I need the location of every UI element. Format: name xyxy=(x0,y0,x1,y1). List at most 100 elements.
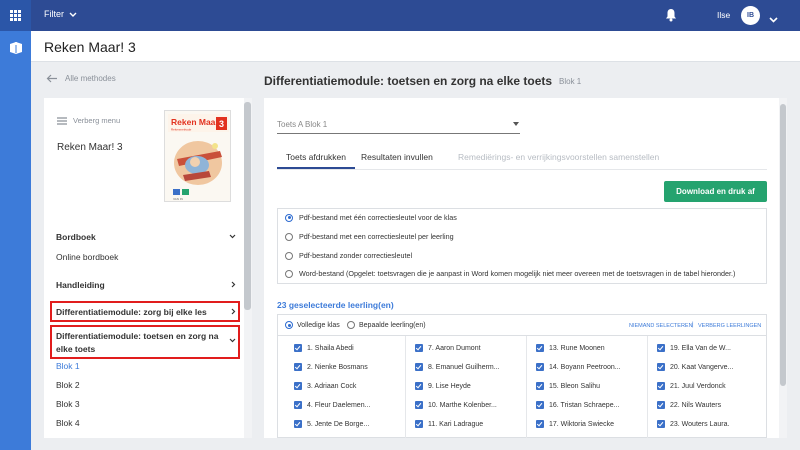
caret-down-icon xyxy=(513,122,519,126)
scope-full-class[interactable]: Volledige klas xyxy=(285,321,340,329)
student-checkbox[interactable]: 21. Juul Verdonck xyxy=(657,382,726,390)
student-name: 23. Wouters Laura. xyxy=(670,420,730,428)
option-label: Pdf-bestand met één correctiesleutel voo… xyxy=(299,213,457,222)
sidebar-item-blok-2[interactable]: Blok 2 xyxy=(56,380,80,390)
radio-icon xyxy=(285,232,293,241)
cover-number: 3 xyxy=(219,119,224,129)
student-checkbox[interactable]: 23. Wouters Laura. xyxy=(657,420,729,428)
sidebar-item-differentiatie-toetsen-en-zorg[interactable]: Differentiatiemodule: toetsen en zorg na… xyxy=(56,330,236,355)
apps-grid-icon[interactable] xyxy=(0,0,31,31)
student-checkbox[interactable]: 11. Kari Ladrague xyxy=(415,420,483,428)
student-name: 20. Kaat Vangerve... xyxy=(670,363,734,371)
checkbox-checked-icon xyxy=(536,344,544,352)
book-icon[interactable] xyxy=(7,39,24,56)
radio-selected-icon xyxy=(285,321,293,329)
checkbox-checked-icon xyxy=(536,401,544,409)
student-checkbox[interactable]: 3. Adriaan Cock xyxy=(294,382,356,390)
tab-toets-afdrukken[interactable]: Toets afdrukken xyxy=(286,152,346,162)
sidebar-item-bordboek[interactable]: Bordboek xyxy=(56,232,236,242)
sidebar-item-differentiatie-zorg-bij-elke-les[interactable]: Differentiatiemodule: zorg bij elke les xyxy=(56,307,236,317)
cover-title: Reken Maar! xyxy=(171,117,222,127)
checkbox-checked-icon xyxy=(536,382,544,390)
arrow-left-icon xyxy=(46,74,57,83)
sidebar-item-online-bordboek[interactable]: Online bordboek xyxy=(56,252,118,262)
tab-resultaten-invullen[interactable]: Resultaten invullen xyxy=(361,152,433,162)
sidebar-item-blok-1[interactable]: Blok 1 xyxy=(56,361,80,371)
sidebar-scrollbar[interactable] xyxy=(244,102,251,310)
checkbox-checked-icon xyxy=(415,363,423,371)
filter-label: Filter xyxy=(44,9,64,19)
hide-menu-label: Verberg menu xyxy=(73,116,121,125)
checkbox-checked-icon xyxy=(536,363,544,371)
hamburger-icon xyxy=(57,116,67,125)
cover-subtitle: Rekenmethode xyxy=(171,128,192,132)
student-name: 19. Ella Van de W... xyxy=(670,344,731,352)
chevron-right-icon xyxy=(231,308,236,315)
option-word-file[interactable]: Word-bestand (Opgelet: toetsvragen die j… xyxy=(285,269,735,278)
student-checkbox[interactable]: 20. Kaat Vangerve... xyxy=(657,363,733,371)
sidebar-item-handleiding[interactable]: Handleiding xyxy=(56,280,236,290)
student-checkbox[interactable]: 9. Lise Heyde xyxy=(415,382,471,390)
chevron-right-icon xyxy=(231,281,236,288)
student-checkbox[interactable]: 16. Tristan Schraepe... xyxy=(536,401,619,409)
chevron-down-icon xyxy=(229,234,236,239)
student-name: 4. Fleur Daelemen... xyxy=(307,401,371,409)
bell-icon[interactable] xyxy=(665,8,677,27)
column-divider xyxy=(526,336,527,438)
checkbox-checked-icon xyxy=(294,420,302,428)
link-separator: | xyxy=(692,322,694,328)
checkbox-checked-icon xyxy=(415,382,423,390)
sidebar-item-blok-3[interactable]: Blok 3 xyxy=(56,399,80,409)
student-checkbox[interactable]: 15. Bleon Salihu xyxy=(536,382,600,390)
filter-dropdown[interactable]: Filter xyxy=(44,9,77,19)
test-select[interactable]: Toets A Blok 1 xyxy=(277,120,520,134)
student-checkbox[interactable]: 1. Shaila Abedi xyxy=(294,344,354,352)
tabs-divider xyxy=(277,169,767,170)
student-checkbox[interactable]: 7. Aaron Dumont xyxy=(415,344,481,352)
option-pdf-no-key[interactable]: Pdf-bestand zonder correctiesleutel xyxy=(285,251,412,260)
sidebar-item-label: Differentiatiemodule: zorg bij elke les xyxy=(56,307,207,317)
checkbox-checked-icon xyxy=(294,401,302,409)
sidebar-item-label: Bordboek xyxy=(56,232,96,242)
back-link[interactable]: Alle methodes xyxy=(46,74,116,83)
student-name: 14. Boyann Peetroon... xyxy=(549,363,621,371)
radio-icon xyxy=(285,251,293,260)
student-name: 3. Adriaan Cock xyxy=(307,382,357,390)
scope-label: Volledige klas xyxy=(297,321,340,329)
hide-menu-button[interactable]: Verberg menu xyxy=(57,116,120,125)
deselect-all-link[interactable]: NIEMAND SELECTEREN xyxy=(629,323,693,329)
main-scrollbar[interactable] xyxy=(780,104,786,386)
student-checkbox[interactable]: 4. Fleur Daelemen... xyxy=(294,401,370,409)
left-rail xyxy=(0,0,31,450)
avatar[interactable]: IB xyxy=(741,6,760,25)
student-checkbox[interactable]: 22. Nils Wauters xyxy=(657,401,721,409)
student-checkbox[interactable]: 17. Wiktoria Swiecke xyxy=(536,420,614,428)
student-checkbox[interactable]: 14. Boyann Peetroon... xyxy=(536,363,621,371)
radio-icon xyxy=(347,321,355,329)
student-checkbox[interactable]: 5. Jente De Borge... xyxy=(294,420,369,428)
student-name: 22. Nils Wauters xyxy=(670,401,722,409)
student-checkbox[interactable]: 2. Nienke Bosmans xyxy=(294,363,368,371)
option-label: Pdf-bestand met een correctiesleutel per… xyxy=(299,232,454,241)
checkbox-checked-icon xyxy=(415,401,423,409)
hide-students-link[interactable]: VERBERG LEERLINGEN xyxy=(698,323,761,329)
checkbox-checked-icon xyxy=(657,401,665,409)
students-header: Volledige klas Bepaalde leerling(en) NIE… xyxy=(278,315,766,336)
checkbox-checked-icon xyxy=(657,344,665,352)
student-checkbox[interactable]: 10. Marthe Kolenber... xyxy=(415,401,497,409)
student-checkbox[interactable]: 13. Rune Moonen xyxy=(536,344,605,352)
column-divider xyxy=(647,336,648,438)
chevron-down-icon xyxy=(69,12,77,17)
tab-remediering-verrijking[interactable]: Remediërings- en verrijkingsvoorstellen … xyxy=(458,152,659,162)
user-menu-chevron-icon[interactable] xyxy=(769,10,778,28)
student-checkbox[interactable]: 8. Emanuel Guilherm... xyxy=(415,363,500,371)
student-name: 17. Wiktoria Swiecke xyxy=(549,420,614,428)
sidebar-item-blok-4[interactable]: Blok 4 xyxy=(56,418,80,428)
student-name: 5. Jente De Borge... xyxy=(307,420,370,428)
option-pdf-one-key[interactable]: Pdf-bestand met één correctiesleutel voo… xyxy=(285,213,457,222)
download-button[interactable]: Download en druk af xyxy=(664,181,767,202)
student-checkbox[interactable]: 19. Ella Van de W... xyxy=(657,344,731,352)
scope-specific-students[interactable]: Bepaalde leerling(en) xyxy=(347,321,426,329)
option-pdf-key-per-student[interactable]: Pdf-bestand met een correctiesleutel per… xyxy=(285,232,454,241)
student-name: 7. Aaron Dumont xyxy=(428,344,481,352)
